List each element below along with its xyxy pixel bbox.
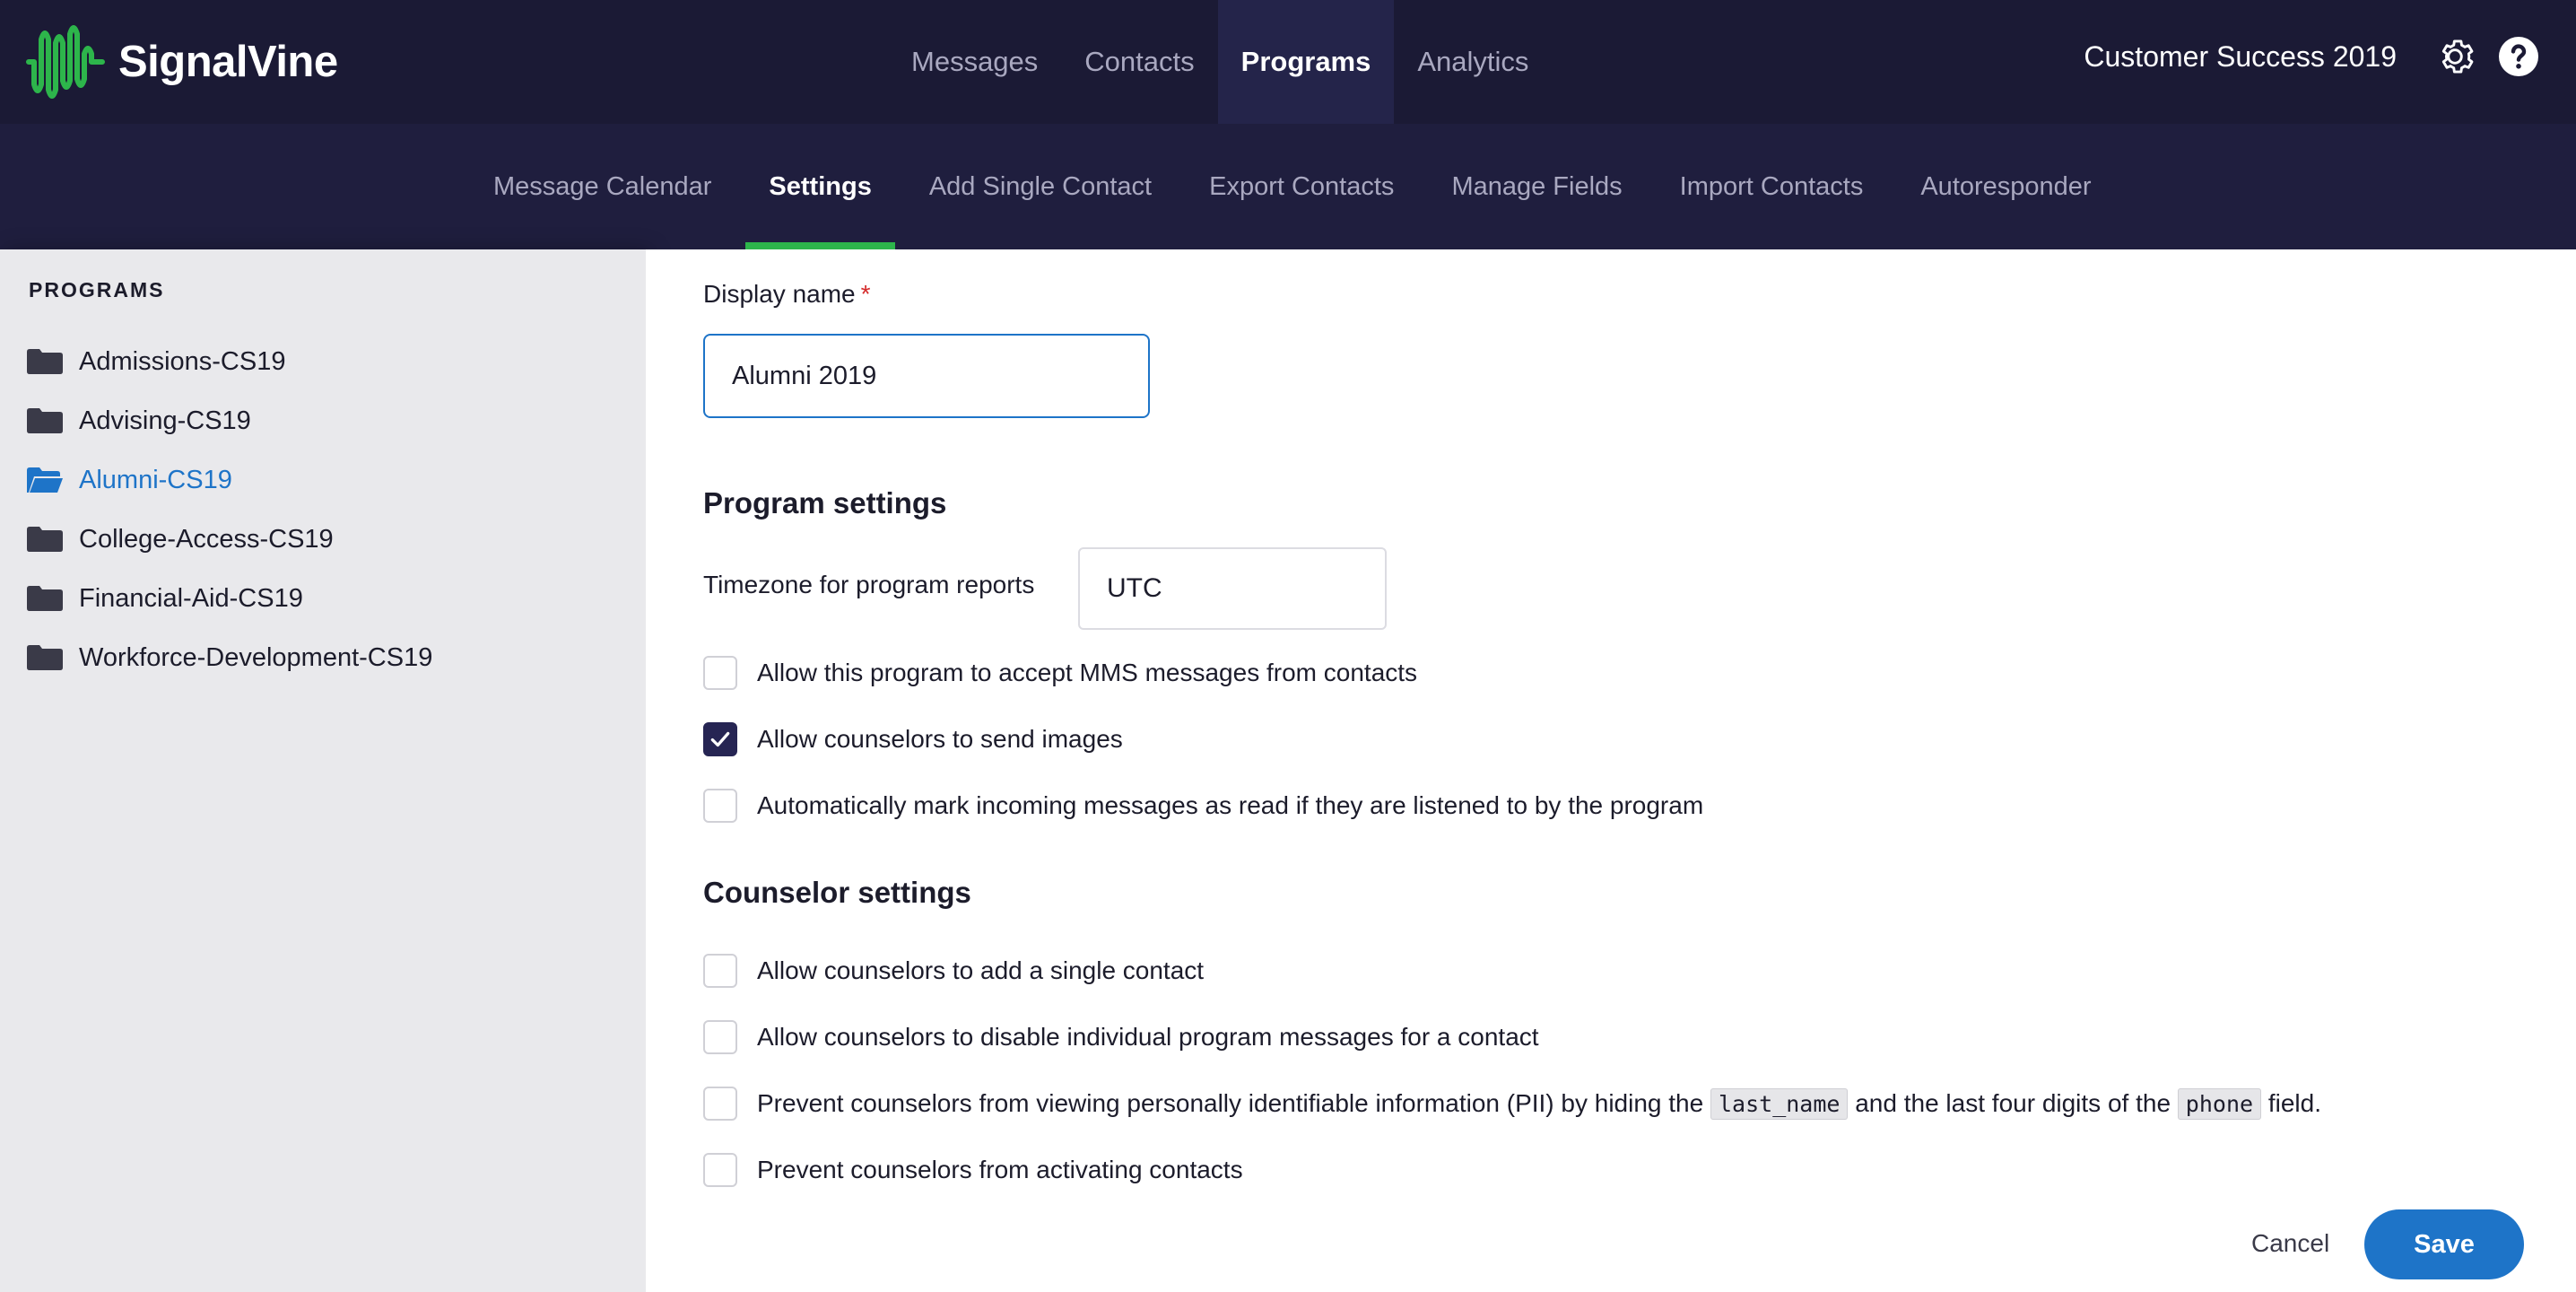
nav-programs[interactable]: Programs: [1217, 0, 1395, 124]
cancel-button[interactable]: Cancel: [2251, 1226, 2329, 1261]
mms-accept-checkbox[interactable]: [703, 656, 737, 690]
send-images-checkbox[interactable]: [703, 722, 737, 756]
checkbox-label: Allow counselors to add a single contact: [757, 956, 1205, 984]
last-name-code: last_name: [1710, 1088, 1849, 1120]
program-item-label: Financial-Aid-CS19: [79, 583, 303, 613]
send-images-option[interactable]: Allow counselors to send images: [703, 720, 1123, 759]
required-marker: *: [860, 280, 871, 308]
prevent-activating-checkbox[interactable]: [703, 1153, 737, 1187]
timezone-label: Timezone for program reports: [703, 571, 1035, 598]
program-item-label: Advising-CS19: [79, 406, 251, 435]
tab-import-contacts[interactable]: Import Contacts: [1651, 124, 1893, 249]
timezone-input[interactable]: [1078, 547, 1387, 630]
nav-analytics[interactable]: Analytics: [1394, 0, 1552, 124]
tab-message-calendar[interactable]: Message Calendar: [465, 124, 740, 249]
hide-pii-checkbox[interactable]: [703, 1087, 737, 1121]
folder-open-icon: [27, 467, 63, 493]
program-item-financial-aid[interactable]: Financial-Aid-CS19: [27, 569, 432, 628]
checkbox-label: Prevent counselors from activating conta…: [757, 1156, 1243, 1183]
org-area: Customer Success 2019: [2084, 0, 2540, 113]
save-button[interactable]: Save: [2364, 1209, 2524, 1279]
checkmark-icon: [710, 731, 730, 747]
brand-name: SignalVine: [118, 38, 338, 86]
disable-program-messages-checkbox[interactable]: [703, 1020, 737, 1054]
nav-contacts[interactable]: Contacts: [1061, 0, 1217, 124]
tab-settings[interactable]: Settings: [740, 124, 900, 249]
program-item-advising[interactable]: Advising-CS19: [27, 391, 432, 450]
checkbox-label: Prevent counselors from viewing personal…: [757, 1088, 2321, 1120]
gear-icon[interactable]: [2432, 34, 2477, 79]
help-icon[interactable]: [2497, 35, 2540, 78]
program-item-label: Alumni-CS19: [79, 465, 232, 494]
checkbox-label: Automatically mark incoming messages as …: [757, 791, 1704, 819]
tab-export-contacts[interactable]: Export Contacts: [1180, 124, 1423, 249]
top-navigation-bar: SignalVine Messages Contacts Programs An…: [0, 0, 2576, 124]
display-name-label-text: Display name: [703, 280, 856, 308]
pii-label-part1: Prevent counselors from viewing personal…: [757, 1089, 1704, 1117]
program-settings-title: Program settings: [703, 486, 947, 519]
sidebar-heading: PROGRAMS: [29, 278, 165, 301]
tab-add-single-contact[interactable]: Add Single Contact: [901, 124, 1180, 249]
tab-autoresponder[interactable]: Autoresponder: [1892, 124, 2119, 249]
hide-pii-option[interactable]: Prevent counselors from viewing personal…: [703, 1084, 2321, 1123]
folder-icon: [27, 586, 63, 611]
tab-manage-fields[interactable]: Manage Fields: [1423, 124, 1650, 249]
pii-label-part2: and the last four digits of the: [1855, 1089, 2171, 1117]
program-item-label: Admissions-CS19: [79, 346, 286, 376]
main-nav: Messages Contacts Programs Analytics: [888, 0, 1552, 124]
phone-code: phone: [2177, 1088, 2262, 1120]
folder-icon: [27, 349, 63, 374]
program-subnav: Message Calendar Settings Add Single Con…: [465, 124, 2120, 249]
disable-program-messages-option[interactable]: Allow counselors to disable individual p…: [703, 1017, 1539, 1057]
folder-icon: [27, 645, 63, 670]
add-single-contact-checkbox[interactable]: [703, 954, 737, 988]
signal-wave-icon: [26, 25, 105, 99]
program-item-college-access[interactable]: College-Access-CS19: [27, 510, 432, 569]
auto-mark-read-option[interactable]: Automatically mark incoming messages as …: [703, 786, 1703, 825]
program-item-admissions[interactable]: Admissions-CS19: [27, 332, 432, 391]
checkbox-label: Allow counselors to send images: [757, 725, 1123, 753]
auto-mark-read-checkbox[interactable]: [703, 789, 737, 823]
checkbox-label: Allow counselors to disable individual p…: [757, 1023, 1539, 1051]
signalvine-logo[interactable]: SignalVine: [25, 22, 338, 102]
add-single-contact-option[interactable]: Allow counselors to add a single contact: [703, 951, 1204, 991]
pii-label-part3: field.: [2267, 1089, 2321, 1117]
programs-sidebar: PROGRAMS Admissions-CS19 Advising-CS19 A…: [0, 249, 646, 1292]
sub-navigation-bar: Message Calendar Settings Add Single Con…: [0, 124, 2576, 249]
folder-icon: [27, 408, 63, 433]
program-item-label: Workforce-Development-CS19: [79, 642, 433, 672]
program-item-alumni[interactable]: Alumni-CS19: [27, 450, 432, 510]
program-item-label: College-Access-CS19: [79, 524, 334, 554]
program-list: Admissions-CS19 Advising-CS19 Alumni-CS1…: [27, 332, 432, 687]
display-name-input[interactable]: [703, 334, 1150, 418]
mms-accept-option[interactable]: Allow this program to accept MMS message…: [703, 653, 1417, 693]
program-item-workforce-development[interactable]: Workforce-Development-CS19: [27, 628, 432, 687]
display-name-label: Display name *: [703, 280, 871, 309]
folder-icon: [27, 527, 63, 552]
counselor-settings-title: Counselor settings: [703, 876, 971, 909]
org-name[interactable]: Customer Success 2019: [2084, 40, 2397, 74]
prevent-activating-option[interactable]: Prevent counselors from activating conta…: [703, 1150, 1243, 1190]
nav-messages[interactable]: Messages: [888, 0, 1061, 124]
settings-panel: Display name* Program settings Timezone …: [646, 249, 2576, 1292]
checkbox-label: Allow this program to accept MMS message…: [757, 659, 1418, 686]
